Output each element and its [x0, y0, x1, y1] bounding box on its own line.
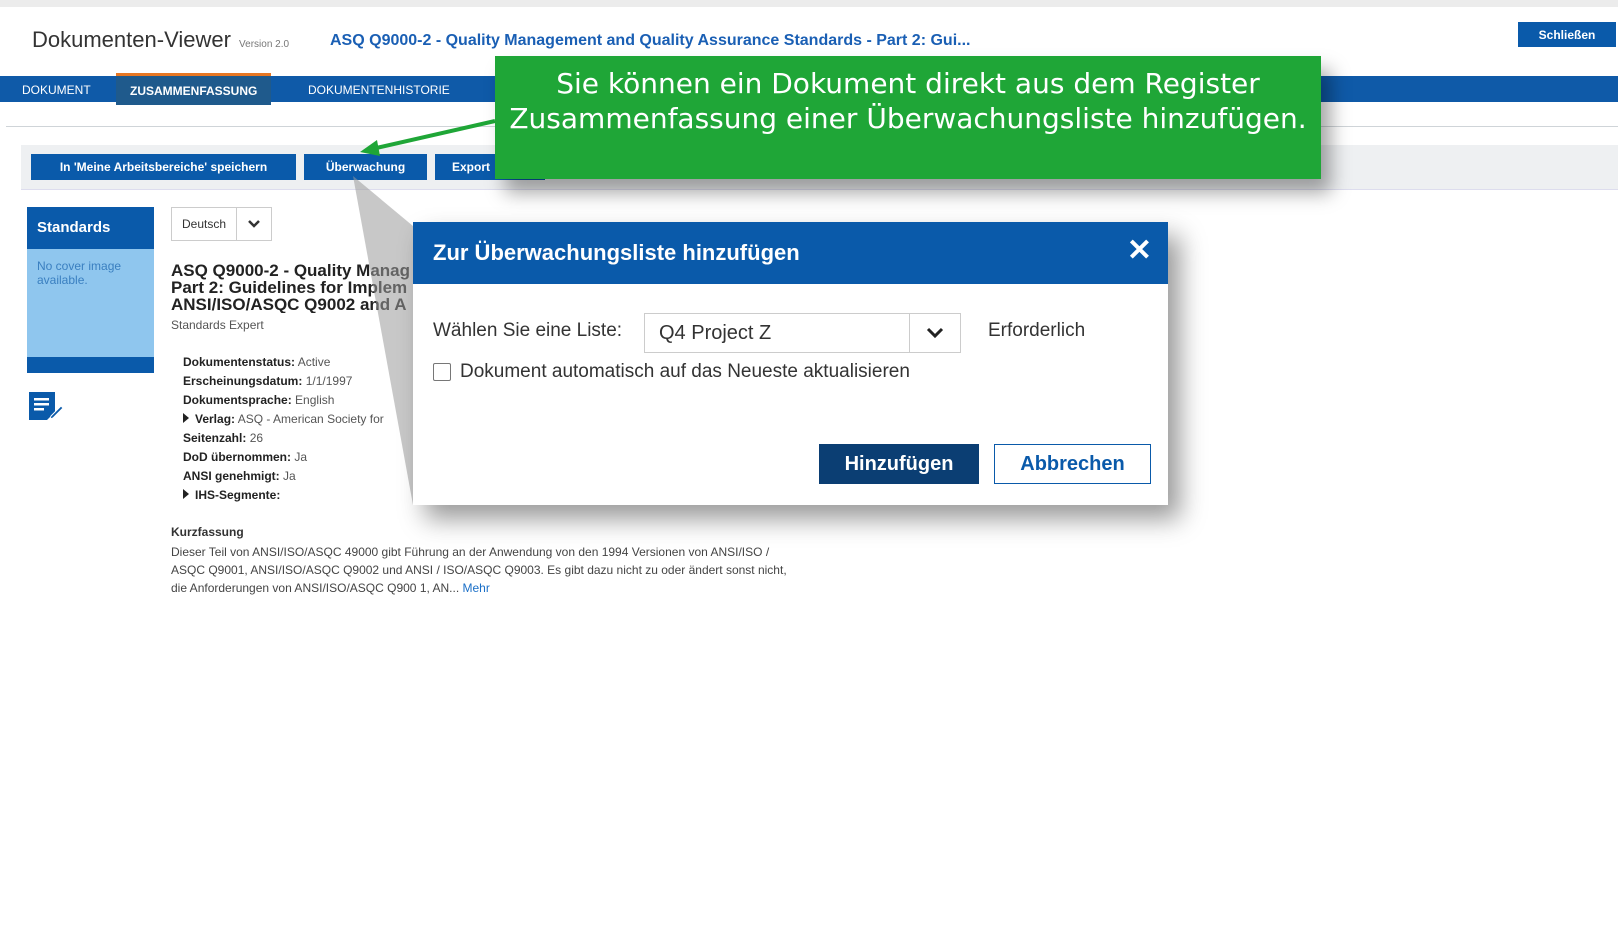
tab-document-history[interactable]: DOKUMENTENHISTORIE [294, 76, 464, 102]
language-select[interactable]: Deutsch [171, 207, 272, 241]
close-icon[interactable]: ✕ [1127, 234, 1152, 268]
abstract-heading: Kurzfassung [171, 525, 244, 539]
meta-ihs-segments[interactable]: IHS-Segmente: [183, 486, 413, 505]
sidebar-heading: Standards [27, 207, 154, 249]
document-heading-line: ASQ Q9000-2 - Quality Manag [171, 262, 411, 280]
chevron-down-icon [909, 314, 960, 352]
dialog-title: Zur Überwachungsliste hinzufügen [433, 240, 800, 265]
meta-page-count: Seitenzahl: 26 [183, 431, 264, 445]
document-title: ASQ Q9000-2 - Quality Management and Qua… [330, 32, 971, 49]
close-button[interactable]: Schließen [1518, 22, 1616, 47]
add-button[interactable]: Hinzufügen [819, 444, 979, 484]
auto-update-label[interactable]: Dokument automatisch auf das Neueste akt… [460, 361, 910, 383]
dialog-header: Zur Überwachungsliste hinzufügen ✕ [413, 222, 1168, 284]
monitoring-button[interactable]: Überwachung [304, 154, 427, 180]
app-title-text: Dokumenten-Viewer [32, 27, 231, 52]
watchlist-select[interactable]: Q4 Project Z [644, 313, 961, 353]
meta-release-date: Erscheinungsdatum: 1/1/1997 [183, 374, 353, 388]
tab-document[interactable]: DOKUMENT [8, 76, 105, 102]
cover-footer-bar [27, 357, 154, 373]
document-metadata: Dokumentenstatus: Active Erscheinungsdat… [183, 353, 413, 505]
list-label: Wählen Sie eine Liste: [433, 320, 623, 341]
expand-triangle-icon[interactable] [183, 489, 189, 499]
cancel-button[interactable]: Abbrechen [994, 444, 1151, 484]
required-label: Erforderlich [988, 320, 1086, 341]
document-heading-line: ANSI/ISO/ASQC Q9002 and A [171, 295, 407, 313]
watchlist-value: Q4 Project Z [659, 321, 772, 344]
tutorial-callout: Sie können ein Dokument direkt aus dem R… [495, 56, 1321, 179]
note-edit-icon[interactable] [27, 390, 63, 426]
meta-language: Dokumentsprache: English [183, 393, 335, 407]
tab-summary[interactable]: ZUSAMMENFASSUNG [116, 73, 272, 105]
app-version: Version 2.0 [239, 39, 290, 50]
publisher-label: Standards Expert [171, 318, 264, 332]
expand-triangle-icon[interactable] [183, 413, 189, 423]
meta-ansi-approved: ANSI genehmigt: Ja [183, 469, 296, 483]
app-title: Dokumenten-Viewer Version 2.0 [32, 27, 289, 53]
save-workspace-button[interactable]: In 'Meine Arbeitsbereiche' speichern [31, 154, 296, 180]
document-heading-line: Part 2: Guidelines for Implem [171, 278, 408, 297]
top-rule [0, 0, 1618, 7]
chevron-down-icon [236, 208, 271, 240]
meta-status: Dokumentenstatus: Active [183, 355, 331, 369]
abstract-text: Dieser Teil von ANSI/ISO/ASQC 49000 gibt… [171, 543, 791, 597]
meta-dod-adopted: DoD übernommen: Ja [183, 450, 308, 464]
more-link[interactable]: Mehr [463, 581, 490, 595]
language-value: Deutsch [182, 217, 227, 231]
auto-update-checkbox[interactable] [433, 363, 451, 381]
add-to-watchlist-dialog: Zur Überwachungsliste hinzufügen ✕ Wähle… [413, 222, 1168, 505]
document-heading: ASQ Q9000-2 - Quality Manag Part 2: Guid… [171, 262, 421, 313]
meta-publisher[interactable]: Verlag: ASQ - American Society for [183, 410, 413, 429]
cover-image-placeholder: No cover image available. [27, 249, 154, 357]
